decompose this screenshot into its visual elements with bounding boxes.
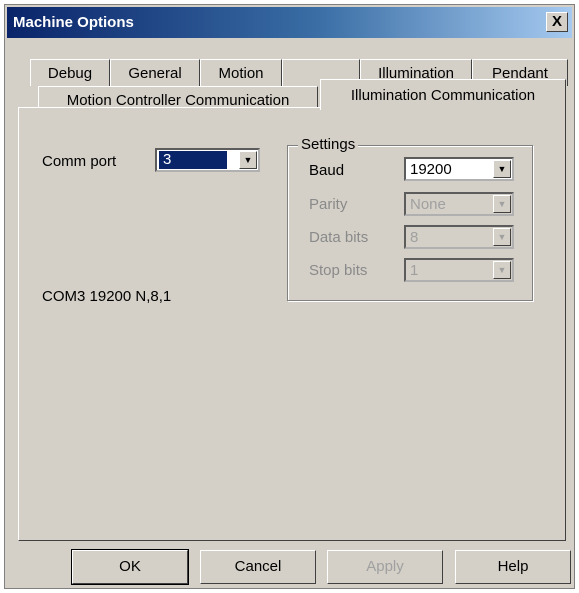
ok-button[interactable]: OK [71, 549, 189, 585]
chevron-down-icon: ▼ [493, 195, 511, 213]
data-bits-label: Data bits [309, 229, 369, 246]
apply-button: Apply [327, 550, 443, 584]
chevron-down-icon: ▼ [493, 228, 511, 246]
tab-motion[interactable]: Motion [200, 59, 282, 86]
close-icon: X [551, 13, 562, 30]
baud-label: Baud [309, 162, 345, 179]
tab-label: Motion [218, 65, 264, 82]
cancel-button[interactable]: Cancel [200, 550, 316, 584]
settings-legend: Settings [298, 136, 359, 153]
comm-summary: COM3 19200 N,8,1 [42, 288, 172, 305]
help-button[interactable]: Help [455, 550, 571, 584]
comm-port-select[interactable]: 3 ▼ [155, 148, 260, 172]
data-bits-value: 8 [410, 229, 419, 246]
tab-label: Illumination Communication [350, 87, 536, 104]
tab-label: Debug [47, 65, 93, 82]
tab-general[interactable]: General [110, 59, 200, 86]
tab-label: General [128, 65, 182, 82]
parity-value: None [410, 196, 446, 213]
data-bits-select: 8 ▼ [404, 225, 514, 249]
window-title: Machine Options [13, 14, 134, 31]
title-bar[interactable]: Machine Options X [7, 7, 572, 38]
baud-value: 19200 [410, 161, 452, 178]
tab-illumination-communication[interactable]: Illumination Communication [320, 79, 566, 110]
parity-label: Parity [309, 196, 348, 213]
chevron-down-icon[interactable]: ▼ [239, 151, 257, 169]
tab-debug[interactable]: Debug [30, 59, 110, 86]
comm-port-label: Comm port [42, 153, 117, 170]
parity-select: None ▼ [404, 192, 514, 216]
stop-bits-value: 1 [410, 262, 419, 279]
close-button[interactable]: X [546, 12, 568, 32]
chevron-down-icon[interactable]: ▼ [493, 160, 511, 178]
stop-bits-label: Stop bits [309, 262, 368, 279]
chevron-down-icon: ▼ [493, 261, 511, 279]
stop-bits-select: 1 ▼ [404, 258, 514, 282]
baud-select[interactable]: 19200 ▼ [404, 157, 514, 181]
comm-port-value: 3 [159, 151, 227, 169]
